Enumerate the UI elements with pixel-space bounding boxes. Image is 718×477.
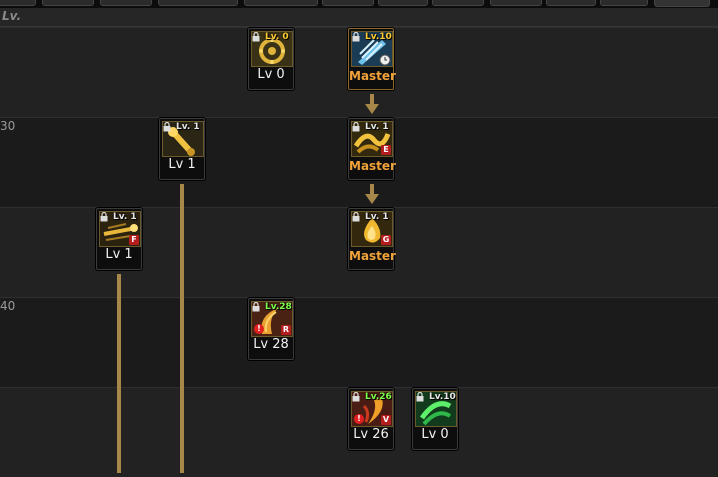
skill-key-badge: G xyxy=(381,235,391,245)
required-level-label: Lv. 1 xyxy=(365,122,389,132)
top-tab[interactable] xyxy=(432,0,484,6)
lock-icon xyxy=(163,122,171,132)
down-arrow-icon xyxy=(365,184,379,204)
top-tab[interactable] xyxy=(600,0,648,6)
skill-slot[interactable]: Lv. 1 Lv 1 xyxy=(159,118,205,180)
skill-master-caption: Master xyxy=(349,159,396,173)
skill-slot[interactable]: Lv.28 ! R Lv 28 xyxy=(248,298,294,360)
red-claw-icon: Lv.26 ! V xyxy=(351,391,393,427)
golden-flame-icon: Lv. 1 G xyxy=(351,211,393,247)
required-level-label: Lv.26 xyxy=(365,392,392,402)
top-tab[interactable] xyxy=(322,0,374,6)
skill-slot[interactable]: Lv.10 Master xyxy=(348,28,396,90)
skill-slot[interactable]: Lv.26 ! V Lv 26 xyxy=(348,388,394,450)
top-tab[interactable] xyxy=(378,0,428,6)
drill-spiral-icon: Lv.10 xyxy=(351,31,393,67)
skill-slot[interactable]: Lv. 1 E Master xyxy=(348,118,396,180)
level-row: 40 xyxy=(0,297,718,387)
skill-level-caption: Lv 0 xyxy=(257,67,285,82)
serpent-wave-icon: Lv. 1 E xyxy=(351,121,393,157)
skill-master-caption: Master xyxy=(349,249,396,263)
row-level-label: 40 xyxy=(0,299,16,313)
required-level-label: Lv. 1 xyxy=(176,122,200,132)
top-tab[interactable] xyxy=(158,0,238,6)
skill-key-badge: V xyxy=(381,415,391,425)
skill-key-badge: F xyxy=(129,235,139,245)
lock-icon xyxy=(352,392,360,402)
skill-level-caption: Lv 26 xyxy=(353,427,389,442)
green-whirl-icon: Lv.10 xyxy=(415,391,457,427)
top-tab[interactable] xyxy=(0,0,36,6)
golden-bone-icon: Lv. 1 xyxy=(162,121,204,157)
top-tab-bar xyxy=(0,0,718,8)
lock-icon xyxy=(352,32,360,42)
top-tab[interactable] xyxy=(490,0,542,6)
down-arrow-icon xyxy=(365,94,379,114)
warning-icon: ! xyxy=(254,324,264,334)
lock-icon xyxy=(100,212,108,222)
skill-key-badge: R xyxy=(281,325,291,335)
top-tab-button[interactable] xyxy=(654,0,710,7)
required-level-label: Lv.10 xyxy=(429,392,456,402)
skill-connector-line xyxy=(117,274,121,473)
lock-icon xyxy=(252,302,260,312)
lock-icon xyxy=(416,392,424,402)
level-header-label: Lv. xyxy=(2,9,22,23)
required-level-label: Lv. 0 xyxy=(265,32,289,42)
required-level-label: Lv.10 xyxy=(365,32,392,42)
skill-level-caption: Lv 28 xyxy=(253,337,289,352)
top-tab[interactable] xyxy=(100,0,152,6)
top-tab[interactable] xyxy=(42,0,94,6)
skill-slot[interactable]: Lv.10 Lv 0 xyxy=(412,388,458,450)
skill-level-caption: Lv 0 xyxy=(421,427,449,442)
red-horn-icon: Lv.28 ! R xyxy=(251,301,293,337)
skill-slot[interactable]: Lv. 0 Lv 0 xyxy=(248,28,294,90)
level-column-header: Lv. xyxy=(0,8,718,27)
warning-icon: ! xyxy=(354,414,364,424)
skill-slot[interactable]: Lv. 1 G Master xyxy=(348,208,396,270)
lock-icon xyxy=(352,122,360,132)
dash-slash-icon: Lv. 1 F xyxy=(99,211,141,247)
skill-level-caption: Lv 1 xyxy=(168,157,196,172)
top-tab[interactable] xyxy=(244,0,318,6)
skill-level-caption: Lv 1 xyxy=(105,247,133,262)
required-level-label: Lv.28 xyxy=(265,302,292,312)
skill-slot[interactable]: Lv. 1 F Lv 1 xyxy=(96,208,142,270)
skill-master-caption: Master xyxy=(349,69,396,83)
lock-icon xyxy=(352,212,360,222)
required-level-label: Lv. 1 xyxy=(113,212,137,222)
row-level-label: 30 xyxy=(0,119,16,133)
top-tab[interactable] xyxy=(546,0,596,6)
skill-key-badge: E xyxy=(381,145,391,155)
lock-icon xyxy=(252,32,260,42)
skill-connector-line xyxy=(180,184,184,473)
gear-ring-icon: Lv. 0 xyxy=(251,31,293,67)
required-level-label: Lv. 1 xyxy=(365,212,389,222)
